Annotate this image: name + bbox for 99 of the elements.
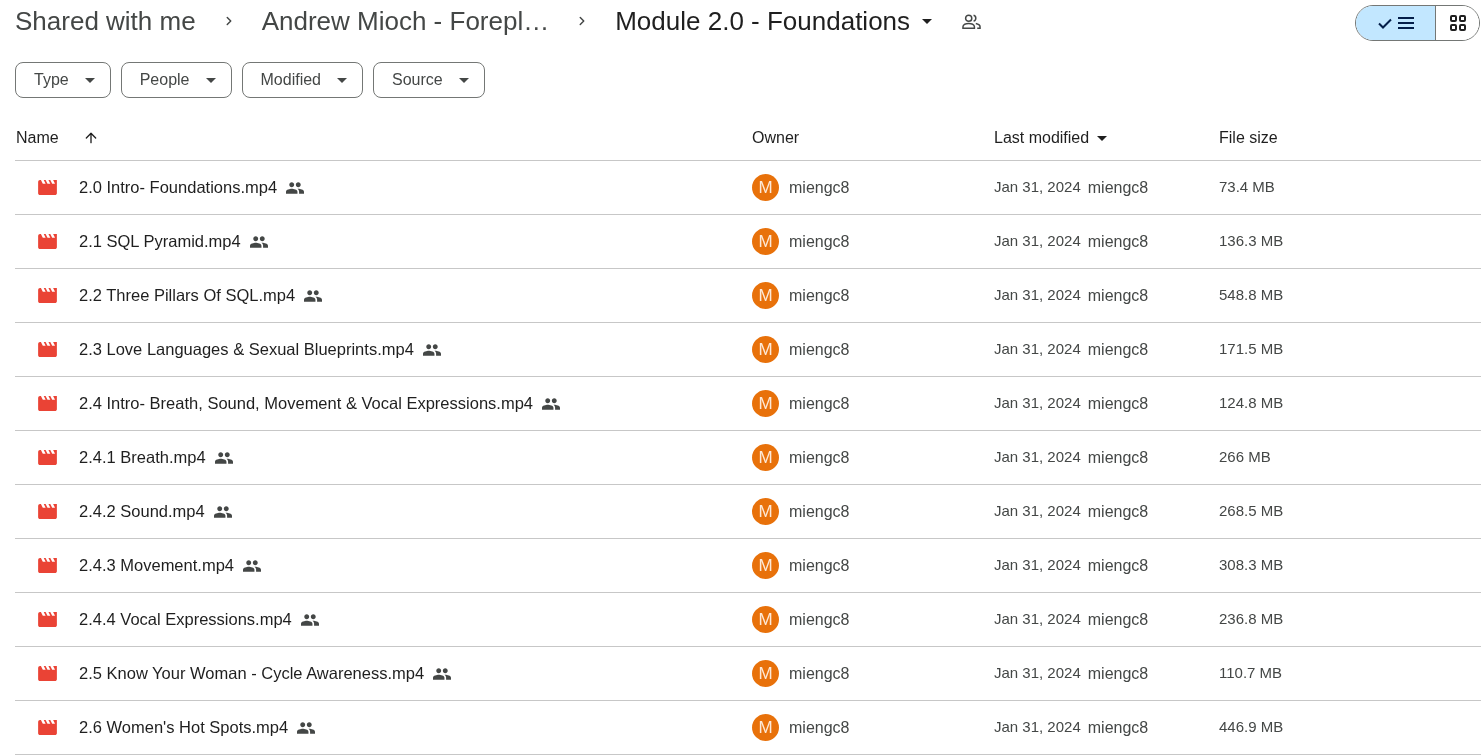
caret-icon: [922, 18, 933, 24]
video-file-icon: [38, 288, 57, 303]
column-header[interactable]: Name: [16, 126, 59, 150]
modified-by: miengc8: [1087, 717, 1149, 738]
list-icon: [1397, 17, 1414, 29]
breadcrumb-link[interactable]: Shared with me: [15, 1, 196, 41]
video-file-icon: [38, 342, 57, 357]
caret-icon: [84, 77, 95, 83]
owner-name: miengc8: [789, 609, 850, 630]
modified-by: miengc8: [1087, 663, 1149, 684]
modified-date: Jan 31, 2024: [994, 447, 1081, 468]
owner-avatar: M: [752, 282, 779, 309]
column-header[interactable]: File size: [1219, 126, 1278, 150]
breadcrumb-link[interactable]: Andrew Mioch - Forepl…: [261, 1, 550, 41]
owner-avatar: M: [752, 228, 779, 255]
video-file-icon: [38, 504, 57, 519]
modified-by: miengc8: [1087, 501, 1149, 522]
filter-chip[interactable]: People: [120, 62, 232, 98]
file-size: 268.5 MB: [1219, 501, 1284, 522]
column-header[interactable]: Last modified: [994, 126, 1090, 150]
file-size: 124.8 MB: [1219, 393, 1284, 414]
modified-date: Jan 31, 2024: [994, 285, 1081, 306]
owner-name: miengc8: [789, 663, 850, 684]
owner-name: miengc8: [789, 177, 850, 198]
owner-name: miengc8: [789, 501, 850, 522]
file-name[interactable]: 2.4.4 Vocal Expressions.mp4: [79, 607, 292, 632]
video-file-icon: [38, 666, 57, 681]
video-file-icon: [38, 234, 57, 249]
owner-name: miengc8: [789, 231, 850, 252]
file-size: 136.3 MB: [1219, 231, 1284, 252]
file-name[interactable]: 2.2 Three Pillars Of SQL.mp4: [79, 283, 296, 308]
file-name[interactable]: 2.5 Know Your Woman - Cycle Awareness.mp4: [79, 661, 425, 686]
modified-by: miengc8: [1087, 177, 1149, 198]
owner-avatar: M: [752, 714, 779, 741]
modified-by: miengc8: [1087, 609, 1149, 630]
owner-name: miengc8: [789, 717, 850, 738]
filter-chip[interactable]: Source: [373, 62, 485, 98]
filter-chip[interactable]: Modified: [241, 62, 363, 98]
check-icon: [1377, 17, 1392, 29]
modified-by: miengc8: [1087, 285, 1149, 306]
file-size: 73.4 MB: [1219, 177, 1275, 198]
file-name[interactable]: 2.1 SQL Pyramid.mp4: [79, 229, 241, 254]
current-folder-button[interactable]: Module 2.0 - Foundations: [615, 1, 933, 41]
caret-icon: [337, 77, 347, 83]
owner-avatar: M: [752, 174, 779, 201]
modified-date: Jan 31, 2024: [994, 717, 1081, 738]
owner-avatar: M: [752, 444, 779, 471]
grid-view-button[interactable]: [1435, 6, 1479, 40]
video-file-icon: [38, 450, 57, 465]
owner-name: miengc8: [789, 393, 850, 414]
file-name[interactable]: 2.3 Love Languages & Sexual Blueprints.mp4: [79, 337, 414, 362]
video-file-icon: [38, 396, 57, 411]
modified-date: Jan 31, 2024: [994, 663, 1081, 684]
file-name[interactable]: 2.4.3 Movement.mp4: [79, 553, 234, 578]
owner-avatar: M: [752, 336, 779, 363]
video-file-icon: [38, 612, 57, 627]
modified-by: miengc8: [1087, 393, 1149, 414]
owner-name: miengc8: [789, 339, 850, 360]
owner-name: miengc8: [789, 555, 850, 576]
modified-date: Jan 31, 2024: [994, 231, 1081, 252]
file-name[interactable]: 2.6 Women's Hot Spots.mp4: [79, 715, 289, 740]
file-size: 548.8 MB: [1219, 285, 1284, 306]
modified-by: miengc8: [1087, 231, 1149, 252]
modified-date: Jan 31, 2024: [994, 501, 1081, 522]
file-name[interactable]: 2.0 Intro- Foundations.mp4: [79, 175, 278, 200]
caret-icon: [205, 77, 216, 83]
caret-icon: [1097, 135, 1108, 141]
modified-date: Jan 31, 2024: [994, 339, 1081, 360]
file-size: 266 MB: [1219, 447, 1271, 468]
video-file-icon: [38, 720, 57, 735]
owner-avatar: M: [752, 606, 779, 633]
owner-avatar: M: [752, 390, 779, 417]
modified-date: Jan 31, 2024: [994, 555, 1081, 576]
owner-avatar: M: [752, 552, 779, 579]
owner-avatar: M: [752, 660, 779, 687]
file-size: 171.5 MB: [1219, 339, 1284, 360]
video-file-icon: [38, 180, 57, 195]
modified-by: miengc8: [1087, 555, 1149, 576]
file-name[interactable]: 2.4.1 Breath.mp4: [79, 445, 206, 470]
video-file-icon: [38, 558, 57, 573]
grid-icon: [1449, 15, 1466, 31]
owner-name: miengc8: [789, 447, 850, 468]
modified-date: Jan 31, 2024: [994, 609, 1081, 630]
file-name[interactable]: 2.4 Intro- Breath, Sound, Movement & Vocal Expressions.mp4: [79, 391, 533, 416]
modified-date: Jan 31, 2024: [994, 393, 1081, 414]
column-header[interactable]: Owner: [752, 126, 800, 150]
file-size: 446.9 MB: [1219, 717, 1284, 738]
list-view-button[interactable]: [1356, 6, 1435, 40]
modified-date: Jan 31, 2024: [994, 177, 1081, 198]
filter-chip[interactable]: Type: [15, 62, 111, 98]
caret-icon: [458, 77, 469, 83]
modified-by: miengc8: [1087, 447, 1149, 468]
owner-name: miengc8: [789, 285, 850, 306]
file-size: 110.7 MB: [1219, 663, 1283, 684]
file-size: 236.8 MB: [1219, 609, 1284, 630]
file-size: 308.3 MB: [1219, 555, 1284, 576]
modified-by: miengc8: [1087, 339, 1149, 360]
file-name[interactable]: 2.4.2 Sound.mp4: [79, 499, 205, 524]
owner-avatar: M: [752, 498, 779, 525]
